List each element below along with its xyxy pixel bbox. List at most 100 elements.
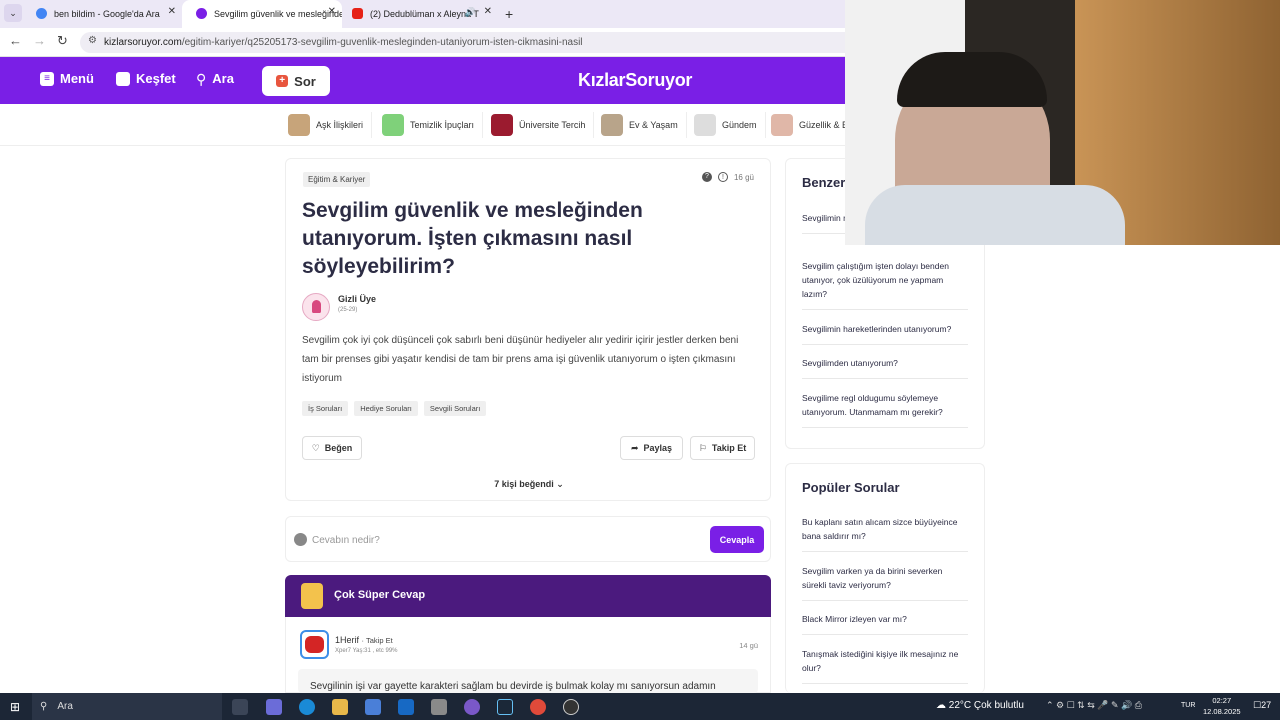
- category-ev-yasam[interactable]: Ev & Yaşam: [601, 112, 687, 138]
- similar-item[interactable]: Sevgilimden utanıyorum?: [802, 356, 968, 379]
- category-universite[interactable]: Üniversite Tercih: [491, 112, 595, 138]
- likes-summary-text: 7 kişi beğendi: [494, 479, 554, 489]
- close-icon[interactable]: ✕: [168, 6, 176, 17]
- question-category-badge[interactable]: Eğitim & Kariyer: [303, 172, 371, 187]
- back-arrow-icon[interactable]: ←: [9, 33, 22, 48]
- category-temizlik[interactable]: Temizlik İpuçları: [382, 112, 484, 138]
- tag-sevgili[interactable]: Sevgili Soruları: [423, 401, 487, 416]
- category-gundem[interactable]: Gündem: [694, 112, 766, 138]
- similar-item[interactable]: Sevgilime regl oldugumu söylemeye utanıy…: [802, 391, 968, 428]
- youtube-icon: [352, 8, 363, 19]
- tag-is[interactable]: İş Soruları: [302, 401, 349, 416]
- explore-icon: [116, 71, 130, 86]
- menu-label: Menü: [60, 71, 94, 86]
- category-guzellik[interactable]: Güzellik & B: [771, 112, 856, 138]
- similar-title: Benzer: [802, 175, 846, 190]
- question-meta: ? ! 16 gü: [701, 172, 754, 182]
- category-label: Aşk İlişkileri: [316, 120, 364, 130]
- reload-icon[interactable]: ↻: [57, 33, 68, 49]
- follow-button[interactable]: ⚐ Takip Et: [690, 436, 755, 460]
- best-answer-header: Çok Süper Cevap: [285, 575, 771, 617]
- address-bar[interactable]: ⚙ kizlarsoruyor.com/egitim-kariyer/q2520…: [80, 32, 860, 53]
- like-button[interactable]: ♡ Beğen: [302, 436, 362, 460]
- new-tab-button[interactable]: +: [505, 6, 513, 22]
- popular-questions-card: Popüler Sorular Bu kaplanı satın alıcam …: [785, 463, 985, 693]
- clock[interactable]: 02:27 12.08.2025: [1203, 695, 1241, 717]
- close-icon[interactable]: ✕: [484, 6, 492, 17]
- question-card: Eğitim & Kariyer ? ! 16 gü Sevgilim güve…: [285, 158, 771, 501]
- similar-item[interactable]: Sevgilim çalıştığım işten dolayı benden …: [802, 259, 968, 310]
- question-time: 16 gü: [733, 172, 754, 182]
- answer-body: Sevgilinin işi var gayette karakteri sağ…: [298, 669, 758, 693]
- medal-icon: [301, 583, 323, 609]
- browser-tab-kizlarsoruyor[interactable]: Sevgilim güvenlik ve mesleğinde ✕: [182, 0, 342, 28]
- chrome-icon[interactable]: [530, 699, 546, 715]
- browser-tab-youtube[interactable]: (2) Dedublüman x Aleyna T 🔊 ✕: [338, 0, 498, 28]
- author-age: (25-29): [338, 307, 358, 313]
- obs-icon[interactable]: [563, 699, 579, 715]
- site-info-icon[interactable]: ⚙: [88, 35, 97, 46]
- share-button[interactable]: ➦ Paylaş: [620, 436, 683, 460]
- taskbar-search[interactable]: ⚲ Ara: [32, 693, 222, 720]
- discord-icon[interactable]: [464, 699, 480, 715]
- category-label: Ev & Yaşam: [629, 120, 678, 130]
- system-tray[interactable]: ⌃ ⚙ ☐ ⇅ ⇆ 🎤 ✎ 🔊 ⎙: [1046, 700, 1142, 711]
- tag-hediye[interactable]: Hediye Soruları: [354, 401, 418, 416]
- browser-tab-google[interactable]: ben bildim - Google'da Ara ✕: [22, 0, 182, 28]
- avatar[interactable]: [300, 630, 329, 659]
- outlook-icon[interactable]: [398, 699, 414, 715]
- edge-icon[interactable]: [299, 699, 315, 715]
- help-icon[interactable]: ?: [701, 172, 712, 182]
- like-label: Beğen: [324, 443, 353, 453]
- info-icon[interactable]: !: [717, 172, 728, 182]
- speaker-icon[interactable]: 🔊: [465, 7, 476, 18]
- clock-time: 02:27: [1212, 696, 1232, 705]
- answer-submit-button[interactable]: Cevapla: [710, 526, 764, 553]
- file-explorer-icon[interactable]: [332, 699, 348, 715]
- question-body: Sevgilim çok iyi çok düşünceli çok sabır…: [302, 335, 739, 384]
- weather-widget[interactable]: ☁ 22°C Çok bulutlu: [936, 700, 1024, 711]
- category-thumbnail: [382, 114, 404, 136]
- category-ask-iliskileri[interactable]: Aşk İlişkileri: [288, 112, 373, 138]
- follow-label: Takip Et: [711, 443, 747, 453]
- answer-author-line: 1Herif · Takip Et: [335, 635, 393, 645]
- answer-box: Cevapla: [285, 516, 771, 562]
- popular-item[interactable]: Bu kaplanı satın alıcam sizce büyüyeince…: [802, 515, 968, 552]
- store-icon[interactable]: [365, 699, 381, 715]
- likes-summary[interactable]: 7 kişi beğendi ⌄: [286, 479, 772, 490]
- input-language[interactable]: TUR: [1181, 702, 1195, 709]
- popular-item[interactable]: Black Mirror izleyen var mı?: [802, 612, 968, 635]
- site-logo[interactable]: KızlarSoruyor: [578, 70, 692, 91]
- similar-item[interactable]: Sevgilimin hareketlerinden utanıyorum?: [802, 322, 968, 345]
- share-icon: ➦: [630, 442, 639, 453]
- answer-follow-link[interactable]: Takip Et: [366, 636, 393, 645]
- menu-button[interactable]: ≡ Menü: [40, 71, 94, 86]
- popular-item[interactable]: Tanışmak istediğini kişiye ilk mesajınız…: [802, 647, 968, 684]
- answer-card: 1Herif · Takip Et Xper7 Yaş:31 , etc 99%…: [285, 617, 771, 693]
- answer-author-name[interactable]: 1Herif: [335, 635, 359, 645]
- forward-arrow-icon[interactable]: →: [33, 33, 46, 48]
- explore-button[interactable]: Keşfet: [116, 71, 176, 86]
- answer-time: 14 gü: [739, 641, 758, 650]
- tab-search-chevron-icon[interactable]: ⌄: [4, 4, 22, 22]
- ask-button[interactable]: + Sor: [262, 66, 330, 96]
- answer-input[interactable]: [312, 531, 692, 549]
- steam-icon[interactable]: [497, 699, 513, 715]
- search-label: Ara: [212, 71, 234, 86]
- weather-text: 22°C Çok bulutlu: [948, 700, 1024, 711]
- windows-taskbar: ⊞ ⚲ Ara ☁ 22°C Çok bulutlu ⌃ ⚙ ☐ ⇅ ⇆ 🎤 ✎…: [0, 693, 1280, 720]
- popular-item[interactable]: Sevgilim varken ya da birini severken sü…: [802, 564, 968, 601]
- windows-start-icon[interactable]: ⊞: [10, 700, 20, 714]
- close-icon[interactable]: ✕: [328, 6, 336, 17]
- search-button[interactable]: ⚲ Ara: [196, 71, 234, 86]
- copilot-icon[interactable]: [266, 699, 282, 715]
- tab-title: ben bildim - Google'da Ara: [54, 9, 160, 19]
- category-thumbnail: [288, 114, 310, 136]
- search-icon: ⚲: [196, 70, 207, 87]
- ask-label: Sor: [294, 73, 316, 89]
- app-icon[interactable]: [431, 699, 447, 715]
- category-label: Güzellik & B: [799, 120, 849, 130]
- notification-center[interactable]: ☐27: [1253, 700, 1271, 711]
- task-view-icon[interactable]: [232, 699, 248, 715]
- avatar[interactable]: [302, 293, 330, 321]
